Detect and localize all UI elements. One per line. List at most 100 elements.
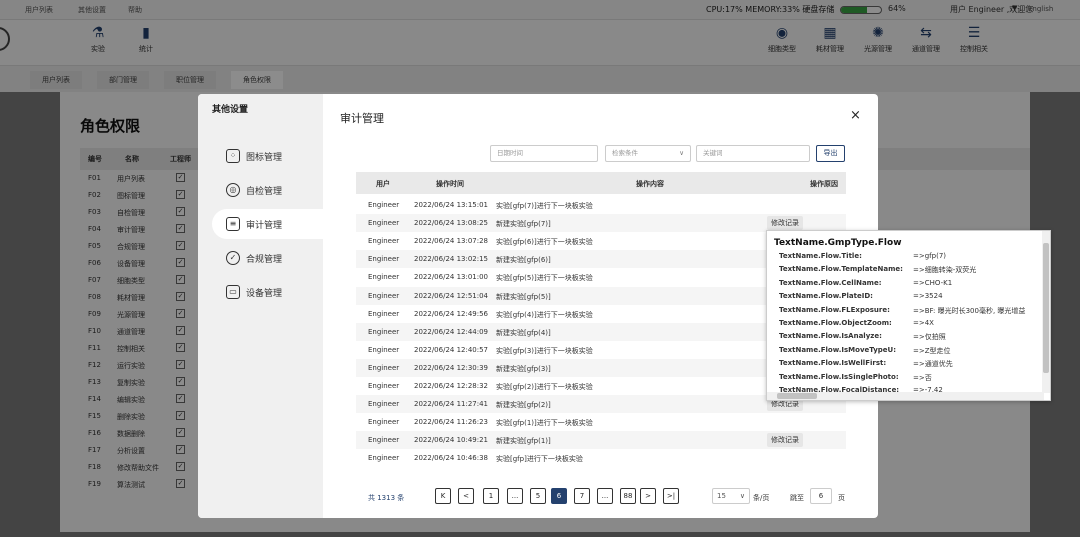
scrollbar-thumb[interactable]: [777, 393, 817, 399]
sidebar-item-compliance[interactable]: ✓ 合规管理: [212, 243, 323, 273]
cell-operation: 实验[gfp]进行下一块板实验: [496, 455, 583, 464]
col-time: 操作时间: [436, 180, 464, 188]
page-button[interactable]: ...: [597, 488, 613, 504]
field-value: =>CHO-K1: [913, 278, 953, 287]
cell-time: 2022/06/24 11:27:41: [414, 400, 489, 409]
total-count: 共 1313 条: [368, 494, 405, 502]
field-value: =>gfp(7): [913, 252, 946, 260]
cell-operation: 实验[gfp(7)]进行下一块板实验: [496, 202, 593, 210]
cell-time: 2022/06/24 13:08:25: [414, 219, 489, 228]
sidebar-item-label: 图标管理: [246, 152, 283, 163]
col-reason: 操作原因: [810, 180, 838, 188]
popup-field: TextName.Flow.PlateID: =>3524: [779, 292, 1044, 305]
popup-field: TextName.Flow.CellName: =>CHO-K1: [779, 279, 1044, 292]
page-button[interactable]: >: [640, 488, 656, 504]
cell-operation: 新建实验[gfp(5)]: [496, 292, 551, 301]
cell-user: Engineer: [368, 436, 400, 445]
table-row[interactable]: Engineer 2022/06/24 10:49:21 新建实验[gfp(1)] 修…: [356, 431, 846, 450]
popup-field: TextName.Flow.Title: =>gfp(7): [779, 252, 1044, 265]
per-page-label: 条/页: [753, 494, 770, 502]
cell-time: 2022/06/24 12:30:39: [414, 363, 489, 372]
field-key: TextName.Flow.IsSinglePhoto:: [779, 372, 899, 381]
table-row[interactable]: Engineer 2022/06/24 11:26:23 实验[gfp(1)]进行下…: [356, 413, 846, 431]
page-button[interactable]: >|: [663, 488, 679, 504]
field-value: =>否: [913, 373, 932, 382]
cell-user: Engineer: [368, 237, 400, 246]
page-button[interactable]: 5: [530, 488, 546, 504]
export-button[interactable]: 导出: [816, 145, 845, 162]
cell-user: Engineer: [368, 309, 400, 318]
close-icon[interactable]: ×: [850, 108, 861, 123]
chevron-down-icon: ∨: [679, 149, 684, 157]
field-key: TextName.Flow.IsAnalyze:: [779, 332, 882, 341]
cell-time: 2022/06/24 10:49:21: [414, 436, 489, 445]
popup-field: TextName.Flow.IsMoveTypeU: =>Z型走位: [779, 346, 1044, 359]
cell-operation: 实验[gfp(4)]进行下一块板实验: [496, 310, 593, 319]
cell-operation: 实验[gfp(3)]进行下一块板实验: [496, 346, 593, 355]
field-key: TextName.Flow.FLExposure:: [779, 305, 890, 314]
col-user: 用户: [376, 180, 390, 188]
page-button[interactable]: <: [458, 488, 474, 504]
popup-horizontal-scrollbar[interactable]: [767, 392, 1044, 400]
cell-user: Engineer: [368, 273, 400, 282]
field-key: TextName.Flow.IsMoveTypeU:: [779, 345, 897, 354]
popup-field: TextName.Flow.IsSinglePhoto: =>否: [779, 373, 1044, 386]
sidebar-item-device[interactable]: ▭ 设备管理: [212, 277, 323, 307]
icons-grid-icon: ⁘: [226, 149, 240, 163]
page-size-select[interactable]: 15 ∨: [712, 488, 750, 504]
page-button[interactable]: 7: [574, 488, 590, 504]
cell-time: 2022/06/24 12:49:56: [414, 309, 489, 318]
cell-operation: 实验[gfp(5)]进行下一块板实验: [496, 274, 593, 283]
cell-time: 2022/06/24 12:51:04: [414, 291, 489, 300]
sidebar-item-icon-management[interactable]: ⁘ 图标管理: [212, 141, 323, 171]
page-button[interactable]: 6: [551, 488, 567, 504]
table-row[interactable]: Engineer 2022/06/24 10:46:38 实验[gfp]进行下一块板…: [356, 449, 846, 467]
device-icon: ▭: [226, 285, 240, 299]
cell-user: Engineer: [368, 291, 400, 300]
cell-time: 2022/06/24 12:40:57: [414, 345, 489, 354]
change-record-button[interactable]: 修改记录: [767, 433, 803, 448]
audit-table-header: 用户 操作时间 操作内容 操作原因: [356, 172, 846, 194]
popup-vertical-scrollbar[interactable]: [1042, 231, 1050, 393]
table-row[interactable]: Engineer 2022/06/24 13:15:01 实验[gfp(7)]进行下…: [356, 196, 846, 214]
search-condition-select[interactable]: 检索条件 ∨: [605, 145, 691, 162]
field-value: =>BF: 曝光时长300毫秒, 曝光增益: [913, 306, 1026, 315]
cell-time: 2022/06/24 12:44:09: [414, 327, 489, 336]
page-button[interactable]: 88: [620, 488, 636, 504]
field-value: =>3524: [913, 292, 943, 301]
popup-title: TextName.GmpType.Flow: [774, 238, 902, 248]
popup-field: TextName.Flow.IsAnalyze: =>仅拍照: [779, 332, 1044, 345]
cell-time: 2022/06/24 13:02:15: [414, 255, 489, 264]
sidebar-item-self-check[interactable]: ◎ 自检管理: [212, 175, 323, 205]
cell-operation: 实验[gfp(1)]进行下一块板实验: [496, 419, 593, 428]
field-key: TextName.Flow.ObjectZoom:: [779, 319, 892, 327]
page-button[interactable]: 1: [483, 488, 499, 504]
self-check-icon: ◎: [226, 183, 240, 197]
cell-operation: 新建实验[gfp(3)]: [496, 364, 551, 373]
field-key: TextName.Flow.TemplateName:: [779, 265, 903, 274]
popup-field: TextName.Flow.TemplateName: =>细胞转染-双荧光: [779, 265, 1044, 278]
cell-time: 2022/06/24 11:26:23: [414, 418, 489, 427]
date-time-input[interactable]: 日期时间: [490, 145, 598, 162]
cell-operation: 新建实验[gfp(4)]: [496, 328, 551, 337]
cell-operation: 新建实验[gfp(2)]: [496, 401, 551, 410]
sidebar-item-label: 合规管理: [246, 254, 283, 265]
page-size-value: 15: [717, 492, 726, 500]
change-record-popup: TextName.GmpType.Flow TextName.Flow.Titl…: [766, 230, 1051, 401]
jump-page-input[interactable]: 6: [810, 488, 832, 504]
scrollbar-thumb[interactable]: [1043, 243, 1049, 373]
page-button[interactable]: ...: [507, 488, 523, 504]
page-button[interactable]: K: [435, 488, 451, 504]
keyword-input[interactable]: 关键词: [696, 145, 810, 162]
sidebar-title: 其他设置: [212, 105, 249, 115]
cell-user: Engineer: [368, 255, 400, 264]
cell-operation: 新建实验[gfp(6)]: [496, 256, 551, 265]
popup-field: TextName.Flow.IsWellFirst: =>通道优先: [779, 359, 1044, 372]
page-suffix: 页: [838, 494, 845, 502]
cell-user: Engineer: [368, 400, 400, 409]
cell-time: 2022/06/24 13:01:00: [414, 273, 489, 282]
cell-user: Engineer: [368, 345, 400, 354]
sidebar-item-audit[interactable]: ≡ 审计管理: [212, 209, 323, 239]
change-record-button[interactable]: 修改记录: [767, 216, 803, 231]
cell-time: 2022/06/24 13:07:28: [414, 237, 489, 246]
